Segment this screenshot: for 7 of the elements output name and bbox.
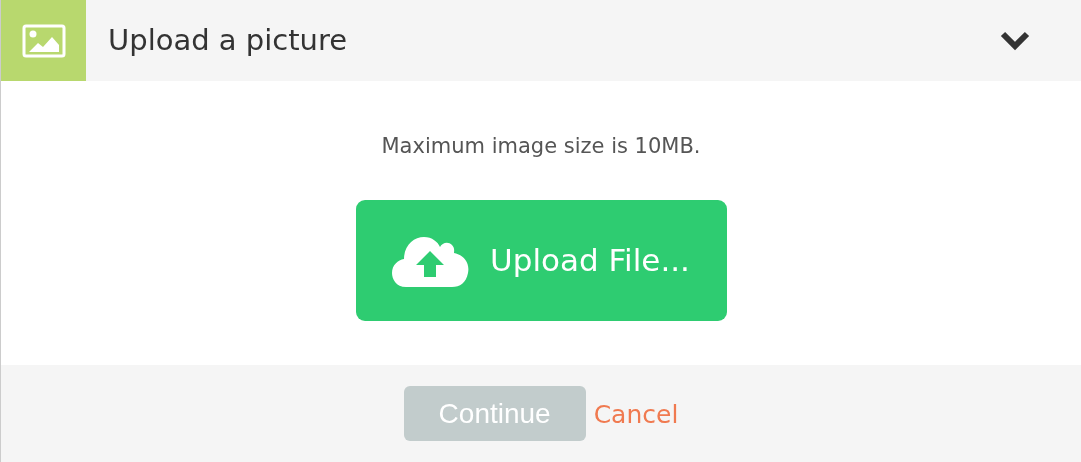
cancel-link[interactable]: Cancel [593,396,679,434]
upload-file-button[interactable]: Upload File... [355,199,727,321]
size-note: Maximum image size is 10MB. [381,133,701,160]
panel-header[interactable]: Upload a picture [1,0,1081,81]
chevron-down-icon[interactable] [999,29,1031,52]
panel-title: Upload a picture [108,21,348,59]
image-icon [21,23,66,58]
